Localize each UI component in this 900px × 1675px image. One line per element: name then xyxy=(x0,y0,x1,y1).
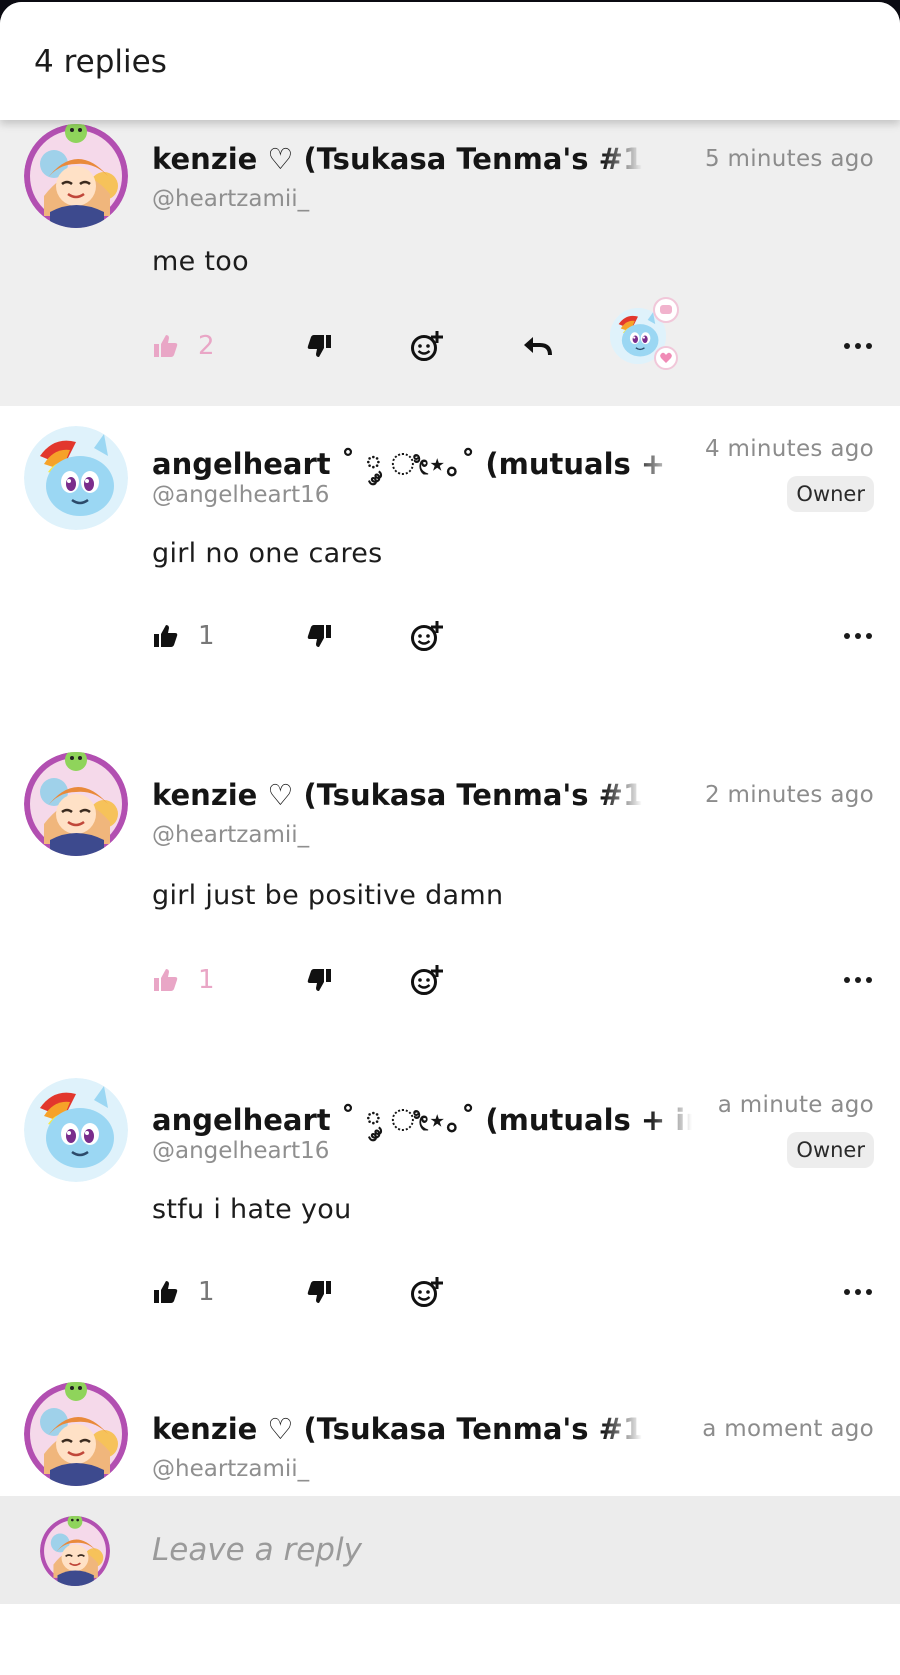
more-options-button[interactable] xyxy=(844,318,872,374)
reply-body: me too xyxy=(152,246,249,277)
replies-count-title: 4 replies xyxy=(34,44,167,80)
timestamp: a moment ago xyxy=(702,1416,874,1442)
timestamp: a minute ago xyxy=(717,1092,874,1118)
reply-item: kenzie ♡ (Tsukasa Tenma's #1 Fan 2 minut… xyxy=(0,696,900,1008)
add-reaction-button[interactable] xyxy=(410,608,444,664)
user-handle: @heartzamii_ xyxy=(152,186,310,212)
thumbs-down-icon xyxy=(305,966,333,994)
owner-badge: Owner xyxy=(787,476,874,512)
like-count: 1 xyxy=(198,965,215,995)
dislike-button[interactable] xyxy=(305,318,333,374)
thumbs-up-icon xyxy=(152,622,180,650)
avatar[interactable] xyxy=(24,752,128,856)
reply-body: girl just be positive damn xyxy=(152,880,504,911)
current-user-avatar xyxy=(40,1516,110,1586)
reply-item: kenzie ♡ (Tsukasa Tenma's #1 Fan 5 minut… xyxy=(0,118,900,406)
avatar[interactable] xyxy=(24,1382,128,1486)
reply-actions: 1 xyxy=(0,608,900,664)
thumbs-down-icon xyxy=(305,622,333,650)
like-button[interactable]: 1 xyxy=(152,1264,215,1320)
replies-header: 4 replies xyxy=(0,2,900,120)
like-button[interactable]: 1 xyxy=(152,952,215,1008)
thumbs-down-icon xyxy=(305,332,333,360)
creator-reaction-avatar[interactable] xyxy=(606,296,680,370)
like-count: 1 xyxy=(198,621,215,651)
reply-actions: 1 xyxy=(0,1264,900,1320)
dislike-button[interactable] xyxy=(305,952,333,1008)
add-reaction-button[interactable] xyxy=(410,952,444,1008)
thumbs-down-icon xyxy=(305,1278,333,1306)
reply-item: angelheart ˚ ༘ ೀ⋆｡˚ (mutuals + irls o a … xyxy=(0,1008,900,1320)
more-options-button[interactable] xyxy=(844,952,872,1008)
user-handle: @angelheart16 xyxy=(152,1138,330,1164)
timestamp: 4 minutes ago xyxy=(704,436,874,462)
avatar[interactable] xyxy=(24,124,128,228)
reply-input[interactable] xyxy=(152,1524,812,1576)
dislike-button[interactable] xyxy=(305,608,333,664)
reply-body: stfu i hate you xyxy=(152,1194,352,1225)
thumbs-up-icon xyxy=(152,966,180,994)
reply-actions: 1 xyxy=(0,952,900,1008)
reply-body: girl no one cares xyxy=(152,538,383,569)
more-options-button[interactable] xyxy=(844,608,872,664)
like-count: 1 xyxy=(198,1277,215,1307)
reply-item: kenzie ♡ (Tsukasa Tenma's #1 Fan a momen… xyxy=(0,1320,900,1496)
add-reaction-icon xyxy=(410,619,444,653)
display-name[interactable]: kenzie ♡ (Tsukasa Tenma's #1 Fan xyxy=(152,142,642,176)
add-reaction-button[interactable] xyxy=(410,318,444,374)
replies-sheet: 4 replies kenzie ♡ (Tsukasa Tenma's #1 F… xyxy=(0,2,900,1675)
reply-composer xyxy=(0,1496,900,1604)
reply-arrow-icon xyxy=(522,334,552,358)
display-name[interactable]: kenzie ♡ (Tsukasa Tenma's #1 Fan xyxy=(152,1412,642,1446)
thumbs-up-icon xyxy=(152,332,180,360)
avatar[interactable] xyxy=(24,1078,128,1182)
add-reaction-icon xyxy=(410,963,444,997)
like-button[interactable]: 2 xyxy=(152,318,215,374)
like-button[interactable]: 1 xyxy=(152,608,215,664)
reply-button[interactable] xyxy=(522,318,552,374)
timestamp: 5 minutes ago xyxy=(704,146,874,172)
reply-item: angelheart ˚ ༘ ೀ⋆｡˚ (mutuals + irls c 4 … xyxy=(0,406,900,696)
like-count: 2 xyxy=(198,331,215,361)
user-handle: @angelheart16 xyxy=(152,482,330,508)
user-handle: @heartzamii_ xyxy=(152,822,310,848)
more-options-button[interactable] xyxy=(844,1264,872,1320)
thumbs-up-icon xyxy=(152,1278,180,1306)
user-handle: @heartzamii_ xyxy=(152,1456,310,1482)
reply-actions: 2 xyxy=(0,297,900,374)
timestamp: 2 minutes ago xyxy=(704,782,874,808)
display-name[interactable]: kenzie ♡ (Tsukasa Tenma's #1 Fan xyxy=(152,778,642,812)
add-reaction-button[interactable] xyxy=(410,1264,444,1320)
add-reaction-icon xyxy=(410,1275,444,1309)
owner-badge: Owner xyxy=(787,1132,874,1168)
avatar[interactable] xyxy=(24,426,128,530)
dislike-button[interactable] xyxy=(305,1264,333,1320)
add-reaction-icon xyxy=(410,329,444,363)
